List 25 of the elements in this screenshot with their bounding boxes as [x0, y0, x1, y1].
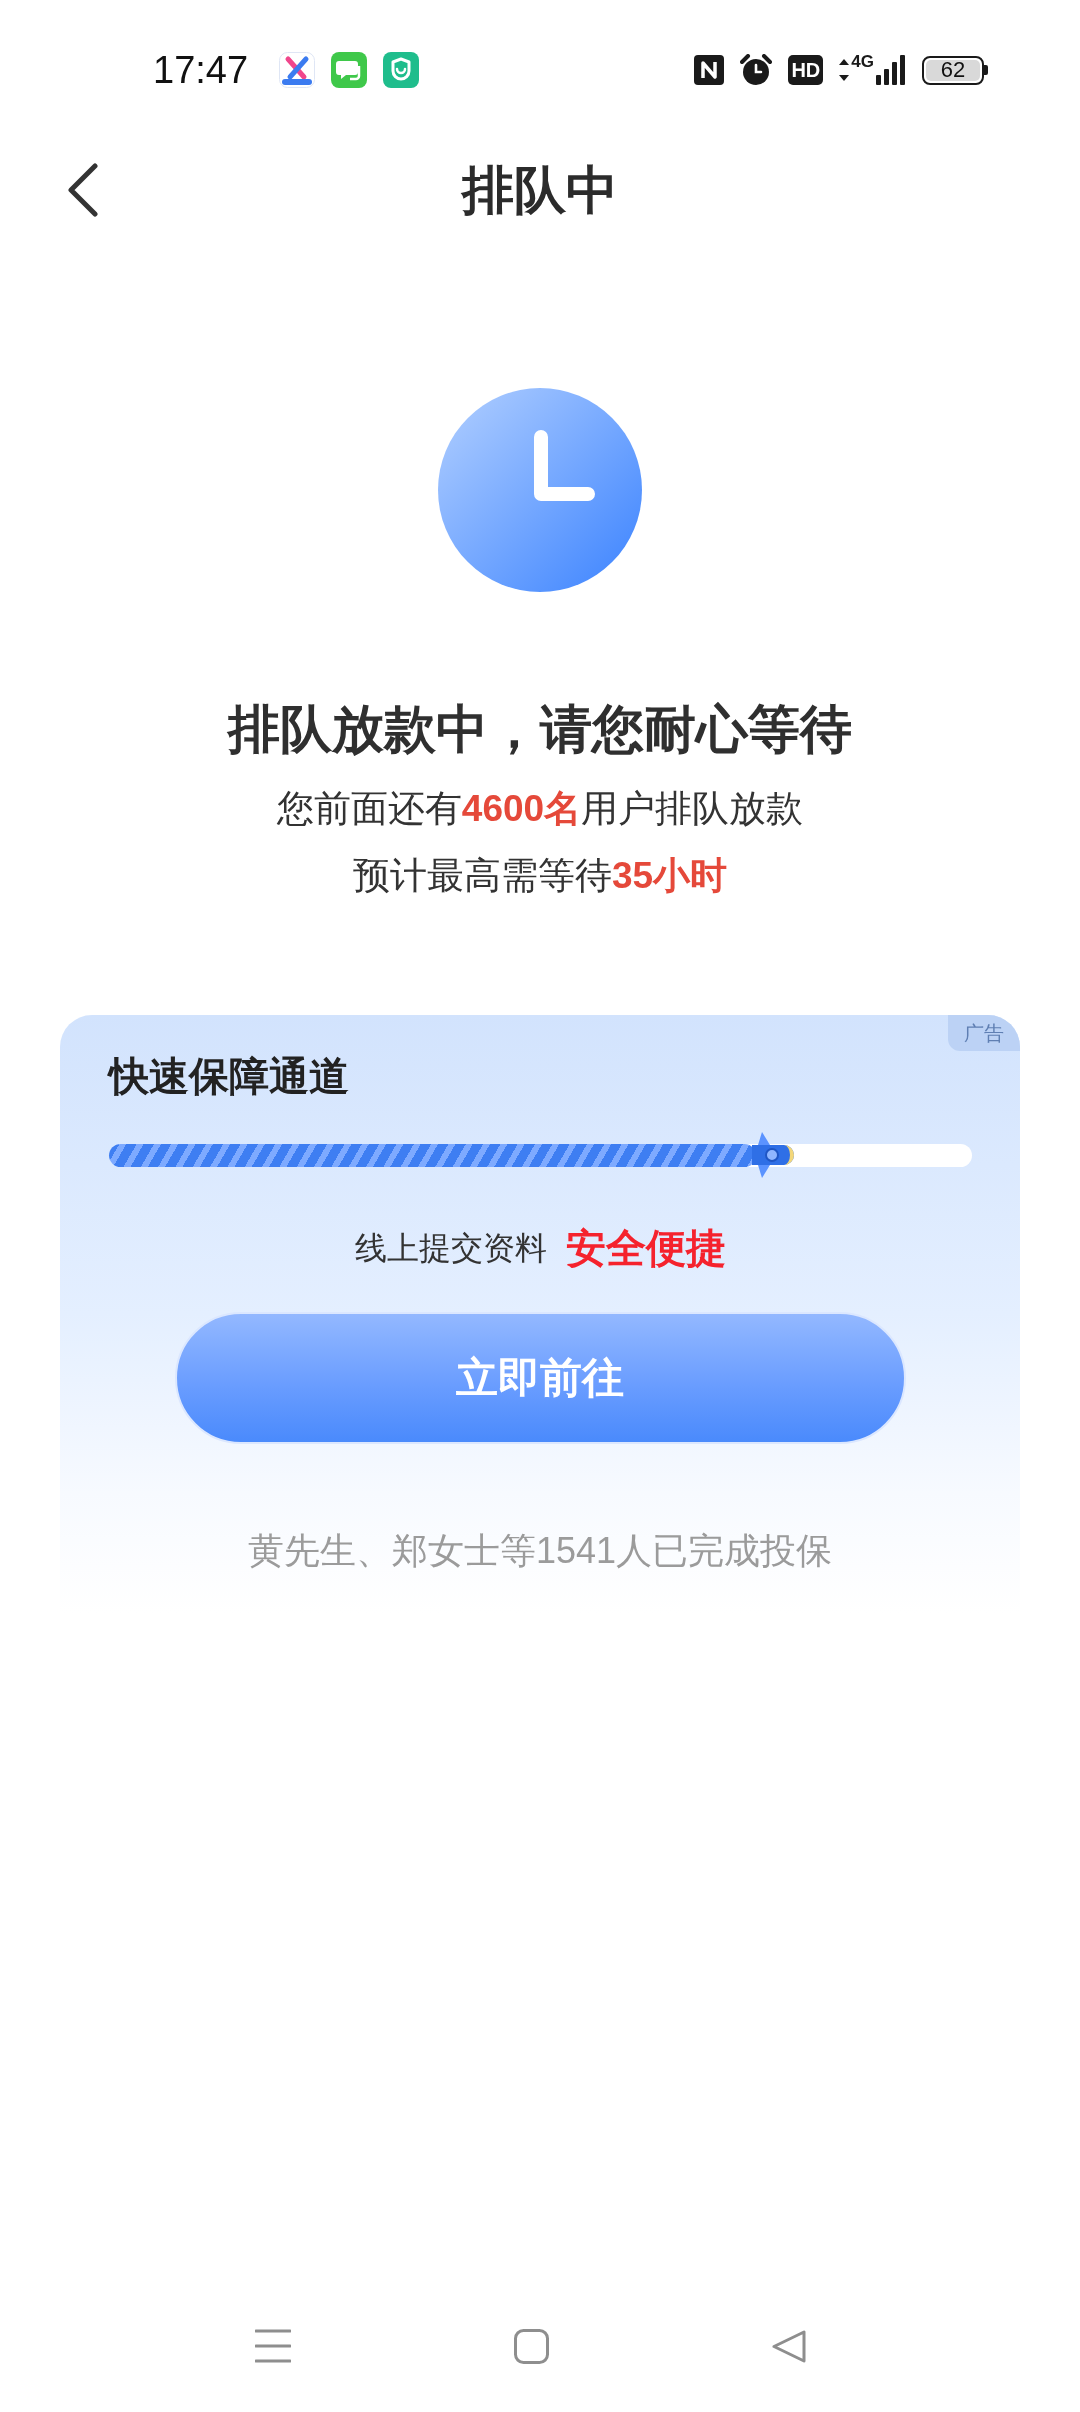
- signal-icon: [876, 55, 906, 85]
- ticker-text: 黄先生、郑女士等1541人已完成投保: [247, 1529, 833, 1573]
- data-arrows-icon: [839, 59, 850, 81]
- hd-badge: HD: [788, 55, 824, 85]
- chat-bubble-icon: [331, 52, 368, 88]
- page-title: 排队中: [462, 160, 618, 221]
- tagline-text: 线上提交资料: [354, 1229, 547, 1268]
- nfc-icon: [694, 55, 725, 85]
- status-time: 17:47: [153, 51, 249, 89]
- menu-button[interactable]: [255, 2329, 291, 2363]
- network-type: 4G: [851, 54, 874, 70]
- shield-icon: [383, 52, 420, 88]
- go-now-button[interactable]: 立即前往: [174, 1312, 906, 1444]
- back-nav-button[interactable]: [772, 2328, 806, 2364]
- alarm-clock-icon: [740, 54, 773, 86]
- clock-icon: [438, 388, 642, 592]
- queue-info-text: 预计最高需等待35小时: [352, 854, 728, 898]
- tagline-highlight: 安全便捷: [565, 1225, 726, 1272]
- card-title: 快速保障通道: [109, 1053, 349, 1100]
- x-logo-icon: [279, 52, 316, 88]
- ad-label: 广告: [948, 1015, 1020, 1051]
- home-button[interactable]: [514, 2328, 549, 2364]
- queue-info-text: 您前面还有4600名用户排队放款: [276, 787, 804, 831]
- queue-headline: 排队放款中，请您耐心等待: [228, 699, 852, 760]
- battery-percentage: 62: [940, 59, 966, 81]
